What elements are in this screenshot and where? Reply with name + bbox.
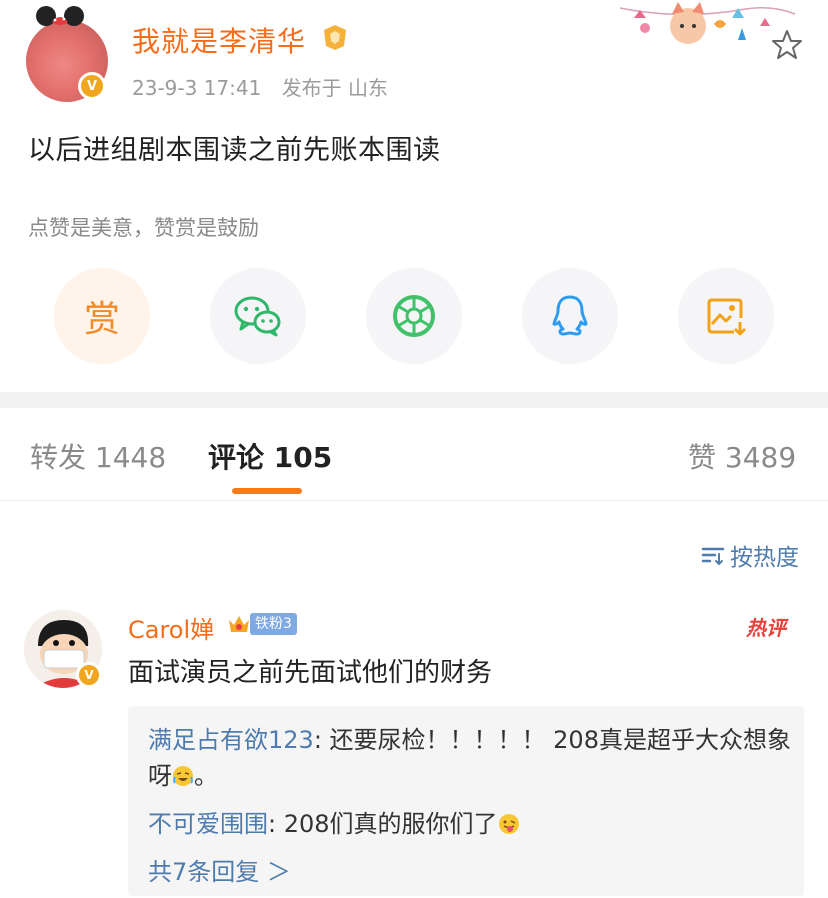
wechat-share-button[interactable] xyxy=(210,268,306,364)
mouse-ears-icon xyxy=(36,6,84,26)
reply-item: 满足占有欲123: 还要尿检！！！！！ 208真是超乎大众想象呀 。 xyxy=(148,722,792,794)
verified-badge: V xyxy=(76,662,102,688)
share-row: 赏 xyxy=(0,268,828,368)
active-tab-indicator xyxy=(232,488,302,494)
fan-level-label: 铁粉3 xyxy=(250,613,297,635)
moments-icon xyxy=(393,295,435,337)
wechat-icon xyxy=(234,296,281,337)
reply-text: : 208们真的服你们了 xyxy=(268,810,498,838)
save-image-button[interactable] xyxy=(678,268,774,364)
verified-badge: V xyxy=(78,72,106,100)
gift-badge-icon xyxy=(324,25,346,50)
favorite-star-icon[interactable] xyxy=(770,28,804,62)
author-name[interactable]: 我就是李清华 xyxy=(132,20,306,60)
tab-divider xyxy=(0,500,828,501)
qq-share-button[interactable] xyxy=(522,268,618,364)
reply-item: 不可爱围围: 208们真的服你们了 xyxy=(148,806,792,842)
fan-badge[interactable]: 铁粉3 xyxy=(226,611,297,637)
tab-comments[interactable]: 评论 105 xyxy=(208,436,332,476)
hot-comment-badge: 热评 xyxy=(746,616,786,640)
post-location: 发布于 山东 xyxy=(281,76,389,100)
tab-repost[interactable]: 转发 1448 xyxy=(30,436,166,476)
post-time: 23-9-3 17:41 xyxy=(132,76,262,100)
crown-icon xyxy=(229,616,249,632)
reward-icon: 赏 xyxy=(83,299,120,340)
qq-icon xyxy=(552,295,588,336)
laughing-crying-emoji-icon xyxy=(173,766,193,786)
reply-suffix: 。 xyxy=(194,762,218,790)
moments-share-button[interactable] xyxy=(366,268,462,364)
save-image-icon xyxy=(707,298,747,336)
post-content: 以后进组剧本围读之前先账本围读 xyxy=(28,135,441,166)
reward-tip: 点赞是美意，赞赏是鼓励 xyxy=(28,216,259,240)
replies-box: 满足占有欲123: 还要尿检！！！！！ 208真是超乎大众想象呀 。 不可爱围围… xyxy=(128,706,804,896)
sort-icon xyxy=(701,547,725,566)
sort-label: 按热度 xyxy=(730,545,799,571)
reply-user[interactable]: 不可爱围围 xyxy=(148,810,268,838)
comment-text: 面试演员之前先面试他们的财务 xyxy=(128,658,493,688)
reply-user[interactable]: 满足占有欲123 xyxy=(148,726,314,754)
commenter-name[interactable]: Carol婵 xyxy=(128,610,214,645)
sort-button[interactable]: 按热度 xyxy=(700,538,799,572)
tongue-out-emoji-icon xyxy=(498,814,519,834)
section-separator xyxy=(0,392,828,408)
tab-likes[interactable]: 赞 3489 xyxy=(688,436,796,476)
post-meta: 23-9-3 17:41 发布于 山东 xyxy=(132,72,402,101)
more-replies-link[interactable]: 共7条回复 ＞ xyxy=(148,852,291,887)
reward-button[interactable]: 赏 xyxy=(54,268,150,364)
